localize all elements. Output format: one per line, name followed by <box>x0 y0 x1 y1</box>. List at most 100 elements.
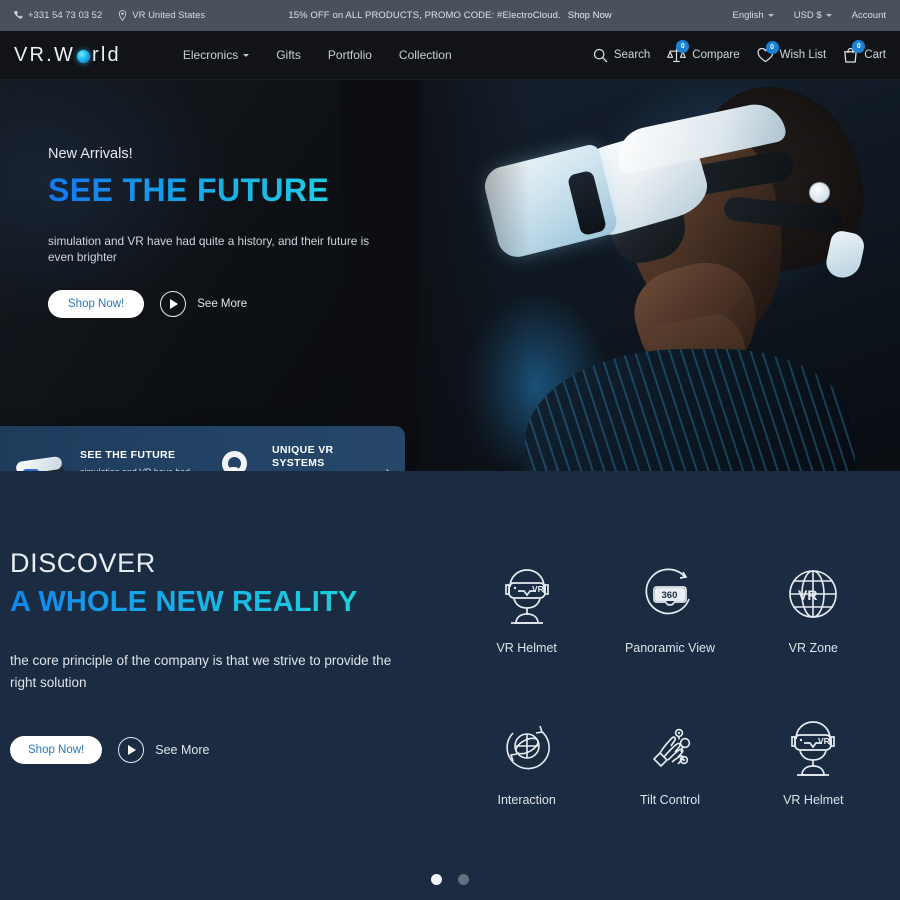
hero-thumb-unique-vr-systems[interactable]: UNIQUE VR SYSTEMS we are excited to cont… <box>200 444 375 472</box>
hero-cta-row: Shop Now! See More <box>48 290 378 319</box>
nav-label: Portfolio <box>327 48 372 62</box>
feature-tilt-control[interactable]: Tilt Control <box>598 707 741 807</box>
hero-thumb-text: simulation and VR have had quite a histo… <box>80 467 194 471</box>
feature-interaction[interactable]: Interaction <box>455 707 598 807</box>
phone-icon <box>14 10 23 19</box>
compare-button[interactable]: 0 Compare <box>667 40 740 63</box>
pagination-dot-2[interactable] <box>458 874 469 885</box>
svg-text:VR: VR <box>798 587 817 603</box>
hero-thumb-see-the-future[interactable]: SEE THE FUTURE simulation and VR have ha… <box>0 448 200 471</box>
feature-vr-helmet-1[interactable]: VR VR Helmet <box>455 555 598 655</box>
pagination-dot-1[interactable] <box>431 874 442 885</box>
feature-label: VR Helmet <box>496 641 557 655</box>
nav-label: Gifts <box>276 48 301 62</box>
phone-link[interactable]: +331 54 73 03 52 <box>14 10 102 21</box>
hero-see-more-button[interactable]: See More <box>160 291 247 318</box>
currency-label: USD $ <box>793 10 822 21</box>
portrait-shoulder <box>525 349 855 471</box>
promo-shop-now-link[interactable]: Shop Now <box>568 10 612 21</box>
promo-text: 15% OFF on ALL PRODUCTS, PROMO CODE: #El… <box>288 10 561 21</box>
hero-thumb-title: SEE THE FUTURE <box>80 448 176 461</box>
language-label: English <box>732 10 764 21</box>
hero-shop-now-button[interactable]: Shop Now! <box>48 290 145 319</box>
account-link[interactable]: Account <box>852 10 886 21</box>
search-label: Search <box>613 49 651 61</box>
hero-copy: New Arrivals! SEE THE FUTURE simulation … <box>48 146 378 319</box>
account-label: Account <box>851 10 886 21</box>
cart-button[interactable]: 0 Cart <box>843 40 886 63</box>
logo-text-pre: VR.W <box>14 43 76 66</box>
headset-dial <box>809 182 830 203</box>
nav-item-collection[interactable]: Collection <box>399 48 452 62</box>
wishlist-count-badge: 0 <box>765 40 779 54</box>
hero-banner: New Arrivals! SEE THE FUTURE simulation … <box>0 80 900 471</box>
hero-thumb-title: UNIQUE VR SYSTEMS <box>272 443 334 469</box>
location-pin-icon <box>119 10 127 21</box>
topbar-left-group: +331 54 73 03 52 VR United States <box>14 10 205 21</box>
hero-eyebrow: New Arrivals! <box>48 146 133 162</box>
topbar-right-group: English USD $ Account <box>733 10 886 21</box>
vr-headset-thumb-icon <box>14 454 70 471</box>
discover-paragraph: the core principle of the company is tha… <box>10 653 392 691</box>
logo-text-post: rld <box>92 43 121 66</box>
nav-label: Collection <box>398 48 452 62</box>
discover-cta-row: Shop Now! See More <box>10 736 410 765</box>
svg-text:360: 360 <box>661 590 677 601</box>
carousel-pagination <box>0 874 900 885</box>
compare-count-badge: 0 <box>676 40 690 53</box>
search-button[interactable]: Search <box>593 48 650 63</box>
search-icon <box>593 48 608 62</box>
feature-vr-zone[interactable]: VR VR Zone <box>742 555 885 655</box>
play-icon <box>160 291 187 318</box>
header-actions: Search 0 Compare 0 Wish List 0 Cart <box>593 40 886 63</box>
nav-item-gifts[interactable]: Gifts <box>276 48 301 62</box>
hero-thumbnail-strip: SEE THE FUTURE simulation and VR have ha… <box>0 426 405 471</box>
vr-helmet-head-icon: VR <box>455 555 598 633</box>
cart-label: Cart <box>864 49 886 61</box>
nav-item-electronics[interactable]: Elecronics <box>182 48 250 62</box>
location-label: VR United States <box>132 10 206 21</box>
discover-kicker: DISCOVER <box>10 548 156 578</box>
main-header: VR.W rld Elecronics Gifts Portfolio Coll… <box>0 31 900 80</box>
feature-label: Panoramic View <box>624 641 716 655</box>
primary-nav: Elecronics Gifts Portfolio Collection <box>183 48 452 62</box>
chevron-down-icon <box>825 14 832 17</box>
discover-see-more-button[interactable]: See More <box>118 737 210 764</box>
discover-shop-now-button[interactable]: Shop Now! <box>10 736 103 765</box>
chevron-down-icon <box>767 14 774 17</box>
feature-label: VR Helmet <box>783 793 844 807</box>
compare-label: Compare <box>692 49 740 61</box>
svg-text:VR: VR <box>818 736 830 746</box>
discover-title: A WHOLE NEW REALITY <box>10 584 410 620</box>
feature-vr-helmet-2[interactable]: VR VR Helmet <box>742 707 885 807</box>
hero-subtitle: simulation and VR have had quite a histo… <box>48 233 370 264</box>
location-link[interactable]: VR United States <box>118 10 205 21</box>
play-icon <box>118 737 145 764</box>
wishlist-label: Wish List <box>779 49 827 61</box>
hero-thumb-copy: UNIQUE VR SYSTEMS we are excited to cont… <box>272 444 369 472</box>
nav-item-portfolio[interactable]: Portfolio <box>328 48 372 62</box>
discover-section: DISCOVER A WHOLE NEW REALITY the core pr… <box>0 471 900 900</box>
svg-text:VR: VR <box>532 584 544 594</box>
wishlist-button[interactable]: 0 Wish List <box>757 40 827 63</box>
interaction-orbit-icon <box>455 707 598 785</box>
discover-copy: DISCOVER A WHOLE NEW REALITY the core pr… <box>10 548 410 765</box>
discover-see-more-label: See More <box>155 743 210 758</box>
phone-number: +331 54 73 03 52 <box>28 10 103 21</box>
feature-panoramic-view[interactable]: 360 360 Panoramic View <box>598 555 741 655</box>
top-utility-bar: +331 54 73 03 52 VR United States 15% OF… <box>0 0 900 31</box>
globe-icon <box>77 49 91 63</box>
panoramic-360-icon: 360 360 <box>598 555 741 633</box>
tilt-control-hand-icon <box>598 707 741 785</box>
hero-next-arrow-button[interactable]: › <box>385 463 405 472</box>
feature-grid: VR VR Helmet 360 Panoramic View VR VR Zo… <box>455 555 885 807</box>
vr-helmet-head-icon: VR <box>742 707 885 785</box>
page-root: +331 54 73 03 52 VR United States 15% OF… <box>0 0 900 900</box>
vr-globe-icon: VR <box>742 555 885 633</box>
feature-label: VR Zone <box>788 641 838 655</box>
site-logo[interactable]: VR.W rld <box>14 44 121 67</box>
nav-label: Elecronics <box>182 48 239 62</box>
hero-title: SEE THE FUTURE <box>48 173 378 208</box>
language-selector[interactable]: English <box>733 10 774 21</box>
currency-selector[interactable]: USD $ <box>794 10 832 21</box>
